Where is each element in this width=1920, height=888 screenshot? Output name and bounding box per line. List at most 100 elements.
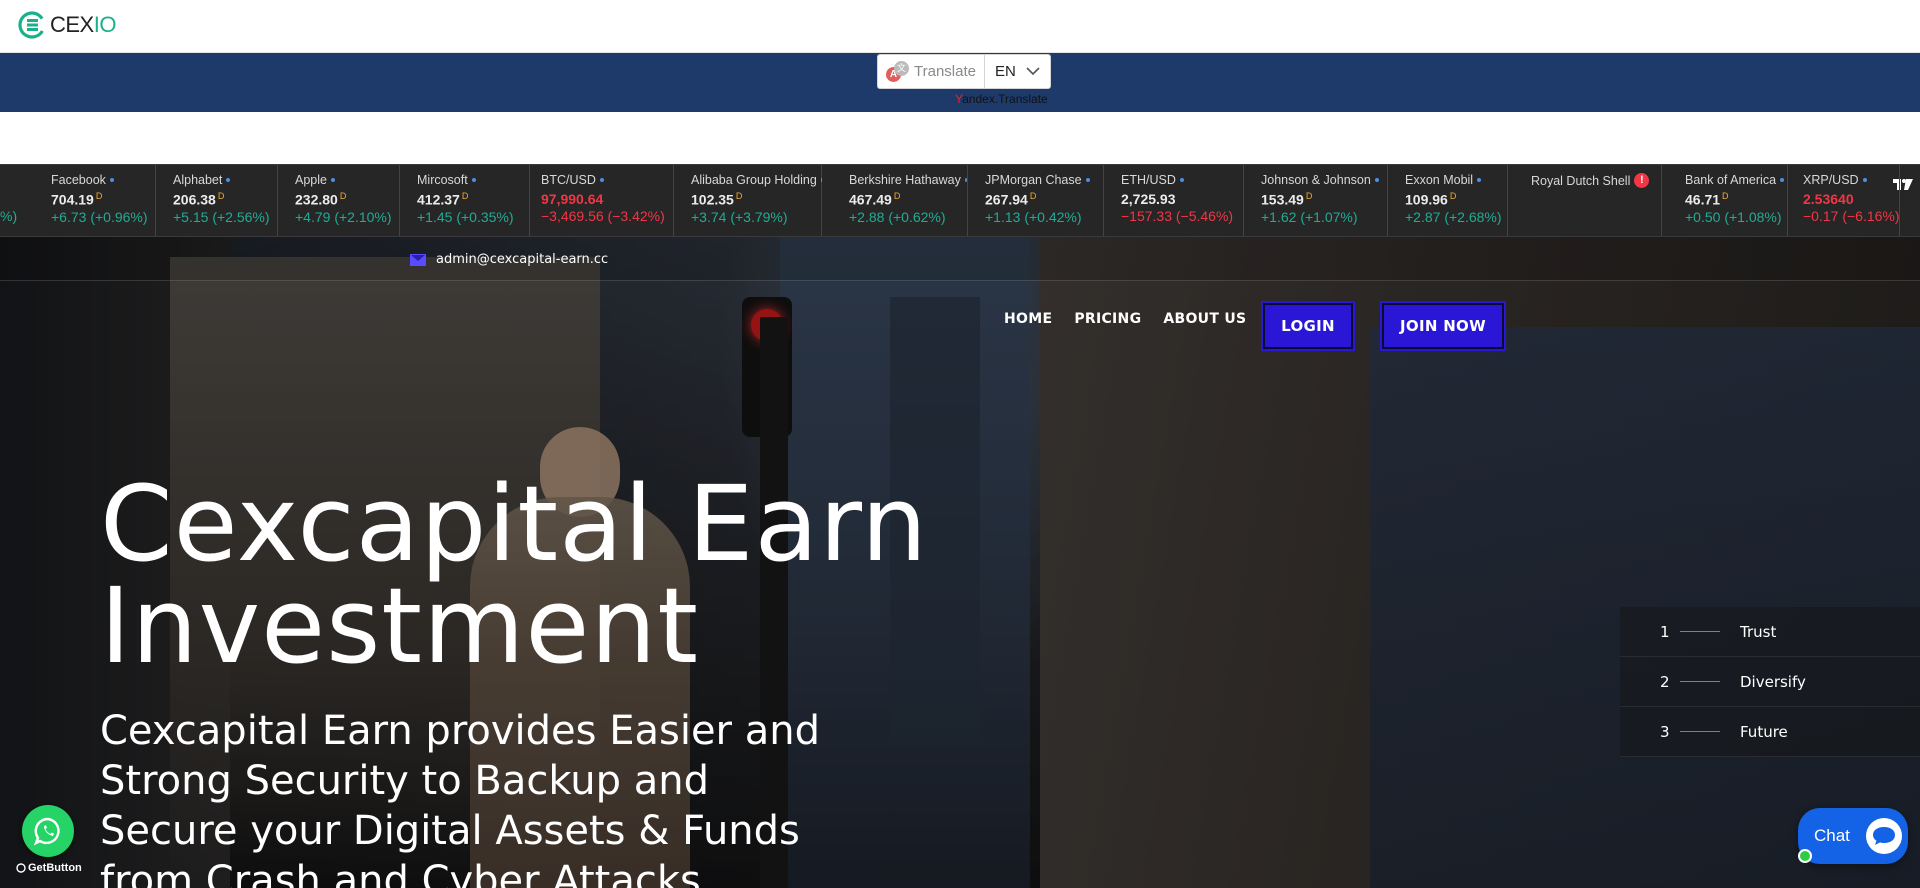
ticker-change: −157.33 (−5.46%) <box>1121 208 1234 224</box>
email-address: admin@cexcapital-earn.cc <box>436 252 609 267</box>
ticker-price: 467.49 D <box>849 191 901 208</box>
ticker-price: 412.37 D <box>417 191 469 208</box>
ticker-price: 232.80 D <box>295 191 347 208</box>
step-label: Future <box>1740 722 1788 741</box>
top-header: CEXIO <box>0 0 1920 53</box>
ticker-item[interactable]: Berkshire Hathaway 467.49 D +2.88 (+0.62%) <box>842 165 968 236</box>
envelope-icon <box>410 253 426 266</box>
market-status-dot-icon <box>599 178 604 182</box>
ticker-symbol-name: Apple <box>295 173 399 187</box>
ticker-symbol-name: XRP/USD <box>1803 173 1899 187</box>
chat-label: Chat <box>1814 826 1850 845</box>
delayed-mark: D <box>893 191 901 201</box>
step-number: 2 <box>1660 672 1670 691</box>
step-trust[interactable]: 1 Trust <box>1620 607 1920 657</box>
contact-bar: admin@cexcapital-earn.cc <box>0 237 1920 281</box>
online-status-dot <box>1798 849 1812 863</box>
delayed-mark: D <box>1305 191 1313 201</box>
step-number: 3 <box>1660 722 1670 741</box>
translate-button[interactable]: A文 Translate <box>878 55 985 88</box>
nav-pricing[interactable]: PRICING <box>1074 311 1141 327</box>
ticker-change: +1.13 (+0.42%) <box>985 208 1082 225</box>
market-status-dot-icon <box>330 178 335 182</box>
ticker-price: 97,990.64 <box>541 191 604 207</box>
ticker-symbol-name: Alibaba Group Holding <box>691 173 821 187</box>
ticker-item[interactable]: JPMorgan Chase 267.94 D +1.13 (+0.42%) <box>978 165 1104 236</box>
join-now-button[interactable]: JOIN NOW <box>1382 303 1504 349</box>
ticker-change: +4.79 (+2.10%) <box>295 208 392 225</box>
main-nav: HOME PRICING ABOUT US <box>1004 311 1268 327</box>
whatsapp-button[interactable] <box>22 805 74 857</box>
step-diversify[interactable]: 2 Diversify <box>1620 657 1920 707</box>
login-button[interactable]: LOGIN <box>1263 303 1353 349</box>
market-status-dot-icon <box>1780 178 1785 182</box>
nav-home[interactable]: HOME <box>1004 311 1052 327</box>
ticker-item[interactable]: Facebook 704.19 D +6.73 (+0.96%) <box>44 165 156 236</box>
stock-ticker-tape[interactable]: %) Facebook 704.19 D +6.73 (+0.96%) Alphabet 2… <box>0 164 1920 237</box>
ticker-item[interactable]: Mircosoft 412.37 D +1.45 (+0.35%) <box>410 165 530 236</box>
ticker-price: 206.38 D <box>173 191 225 208</box>
spacer <box>0 112 1920 164</box>
hero-subtitle: Cexcapital Earn provides Easier and Stro… <box>100 708 820 888</box>
ticker-item[interactable]: Bank of America 46.71 D +0.50 (+1.08%) <box>1678 165 1788 236</box>
market-status-dot-icon <box>471 178 476 182</box>
ticker-change: +6.73 (+0.96%) <box>51 208 148 225</box>
step-divider-line <box>1680 681 1720 682</box>
translate-icon: A文 <box>886 60 909 83</box>
getbutton-credit[interactable]: GetButton <box>16 862 82 874</box>
ticker-symbol-name: Exxon Mobil <box>1405 173 1507 187</box>
market-status-dot-icon <box>1477 178 1482 182</box>
step-divider-line <box>1680 731 1720 732</box>
ticker-item[interactable]: Johnson & Johnson 153.49 D +1.62 (+1.07%) <box>1254 165 1388 236</box>
chat-widget-button[interactable]: Chat <box>1798 808 1908 864</box>
ticker-item[interactable]: ETH/USD 2,725.93 −157.33 (−5.46%) <box>1114 165 1244 236</box>
chevron-down-icon <box>1026 67 1040 76</box>
ticker-change: +2.88 (+0.62%) <box>849 208 946 225</box>
delayed-mark: D <box>1029 191 1037 201</box>
ticker-change: %) <box>0 208 18 224</box>
ticker-item[interactable]: Exxon Mobil 109.96 D +2.87 (+2.68%) <box>1398 165 1508 236</box>
hero-title-line1: Cexcapital Earn <box>100 463 929 585</box>
ticker-item[interactable]: BTC/USD 97,990.64 −3,469.56 (−3.42%) <box>534 165 674 236</box>
ticker-item[interactable]: Alibaba Group Holding 102.35 D +3.74 (+3.79… <box>684 165 822 236</box>
ticker-item[interactable]: Alphabet 206.38 D +5.15 (+2.56%) <box>166 165 278 236</box>
ticker-item[interactable]: XRP/USD 2.53640 −0.17 (−6.16%) <box>1796 165 1900 236</box>
cexio-logo-icon <box>18 11 46 39</box>
step-label: Trust <box>1740 622 1777 641</box>
language-select[interactable]: EN <box>985 55 1050 88</box>
language-value: EN <box>994 63 1016 80</box>
translate-label: Translate <box>914 63 976 80</box>
hero-title: Cexcapital Earn Investment <box>100 463 929 678</box>
whatsapp-icon <box>33 817 60 846</box>
yandex-credit-link[interactable]: Yandex.Translate <box>955 92 1048 106</box>
ticker-change: +5.15 (+2.56%) <box>173 208 270 225</box>
ticker-item[interactable]: %) <box>0 165 36 236</box>
market-status-dot-icon <box>1862 178 1867 182</box>
delayed-mark: D <box>1722 191 1729 201</box>
cexio-logo[interactable]: CEXIO <box>18 11 116 39</box>
step-divider-line <box>1680 631 1720 632</box>
step-future[interactable]: 3 Future <box>1620 707 1920 757</box>
ticker-price: 153.49 D <box>1261 191 1313 208</box>
hero-section: admin@cexcapital-earn.cc HOME PRICING AB… <box>0 237 1920 888</box>
ticker-price: 2,725.93 <box>1121 191 1176 207</box>
ticker-change: +1.62 (+1.07%) <box>1261 208 1358 225</box>
market-status-dot-icon <box>226 178 231 182</box>
nav-about-us[interactable]: ABOUT US <box>1163 311 1246 327</box>
ticker-price: 267.94 D <box>985 191 1037 208</box>
ticker-symbol-name: Facebook <box>51 173 155 187</box>
ticker-symbol-name: Mircosoft <box>417 173 529 187</box>
ticker-symbol-name: Bank of America <box>1685 173 1787 187</box>
feature-steps: 1 Trust 2 Diversify 3 Future <box>1620 607 1920 757</box>
ticker-price: 2.53640 <box>1803 191 1854 207</box>
email-link[interactable]: admin@cexcapital-earn.cc <box>410 252 608 267</box>
ticker-symbol-name: Berkshire Hathaway <box>849 173 967 187</box>
translate-widget[interactable]: A文 Translate EN <box>877 54 1051 89</box>
ticker-symbol-name: BTC/USD <box>541 173 673 187</box>
ticker-change: +2.87 (+2.68%) <box>1405 208 1502 225</box>
ticker-item[interactable]: Royal Dutch Shell! <box>1524 165 1662 236</box>
ticker-symbol-name: Royal Dutch Shell! <box>1531 173 1661 188</box>
ticker-item[interactable]: Apple 232.80 D +4.79 (+2.10%) <box>288 165 400 236</box>
delayed-mark: D <box>95 191 103 201</box>
ticker-change: +3.74 (+3.79%) <box>691 208 788 225</box>
